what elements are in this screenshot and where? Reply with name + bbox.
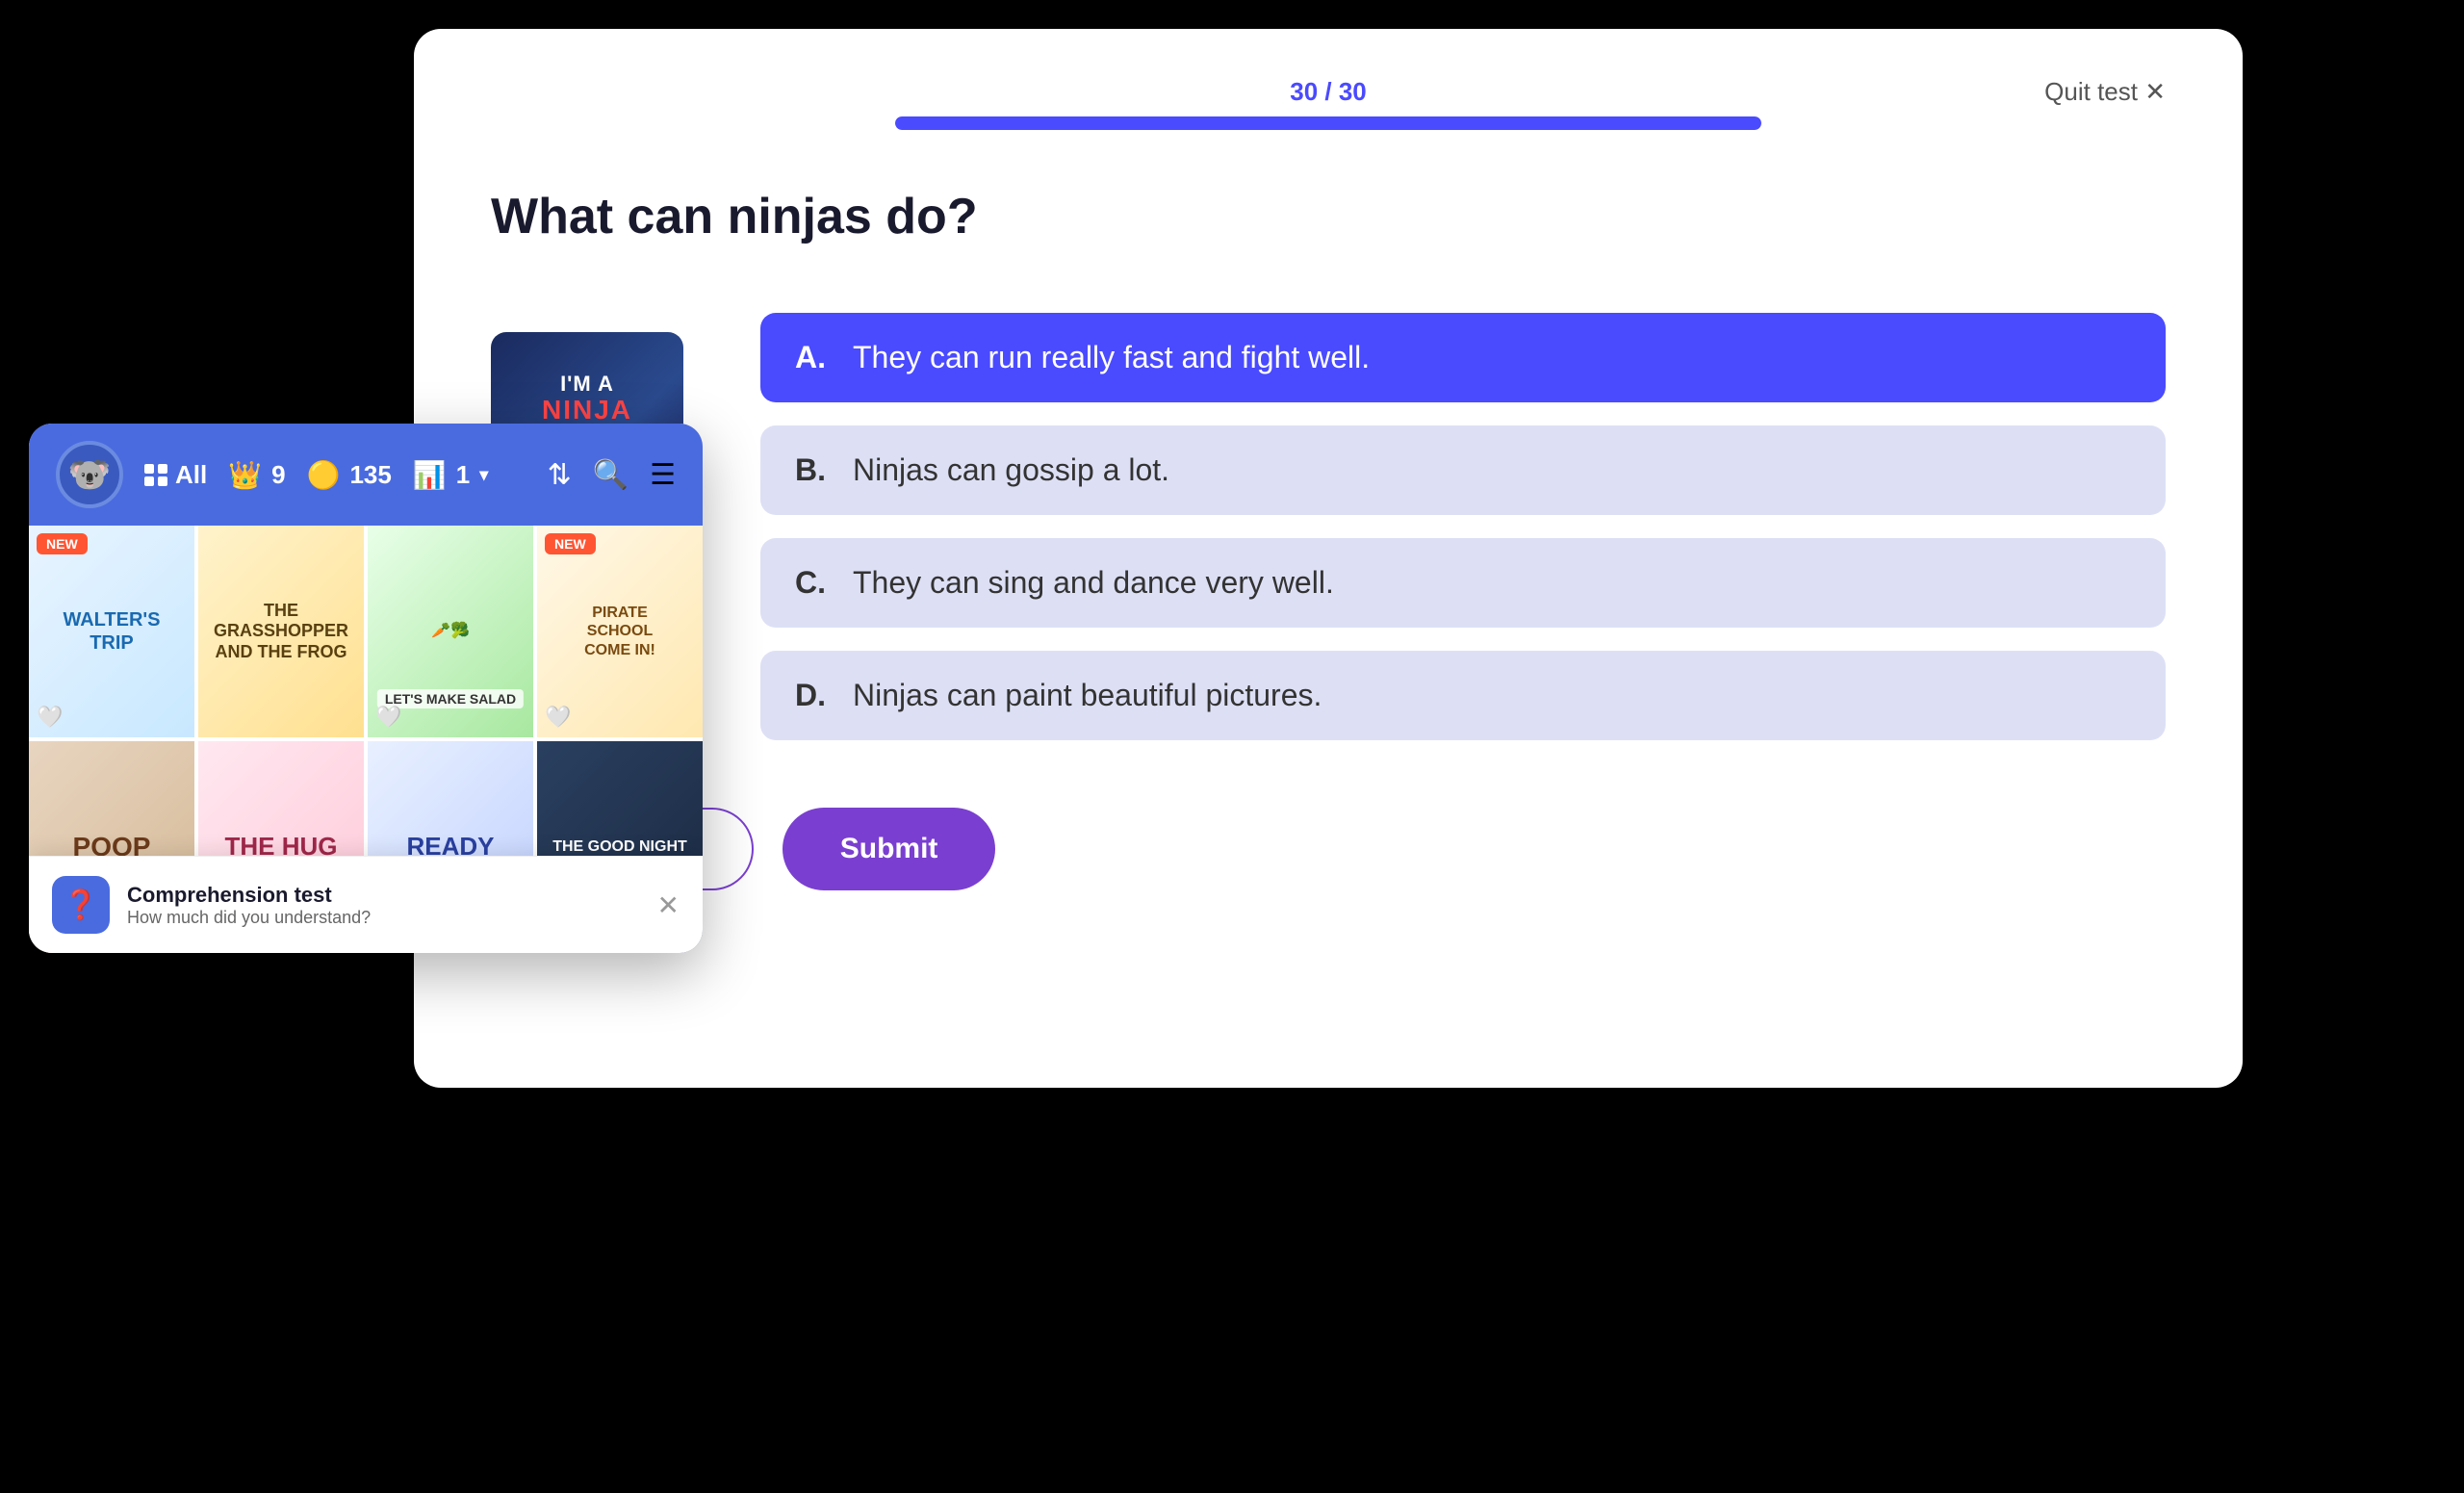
- coins-stat: 🟡 135: [307, 459, 392, 491]
- crown-icon: 👑: [228, 459, 262, 491]
- book-card-pirate[interactable]: PIRATESCHOOLCOME IN! NEW 🤍: [537, 526, 703, 737]
- question-content: I'M A NINJA 🥷 A. They can run really fas…: [491, 313, 2166, 740]
- level-stat[interactable]: 📊 1 ▾: [413, 459, 488, 491]
- all-label: All: [175, 460, 207, 490]
- search-icon[interactable]: 🔍: [593, 458, 629, 492]
- book-card-walters-trip[interactable]: WALTER'STRIP NEW 🤍: [29, 526, 194, 737]
- header-actions: ⇅ 🔍 ☰: [548, 458, 676, 492]
- book-card-grasshopper[interactable]: TheGrasshopperand the Frog: [198, 526, 364, 737]
- crowns-stat: 👑 9: [228, 459, 285, 491]
- popup-title: Comprehension test: [127, 883, 640, 908]
- answer-letter-b: B.: [795, 452, 826, 488]
- book-title-salad: 🥕🥦: [424, 614, 477, 648]
- all-filter[interactable]: All: [144, 460, 207, 490]
- book-title-pirate: PIRATESCHOOLCOME IN!: [577, 596, 663, 667]
- library-panel: 🐨 All 👑 9 🟡 135 📊 1 ▾ ⇅ 🔍 ☰: [29, 424, 703, 953]
- book-subtitle: I'M A: [542, 372, 632, 397]
- question-title: What can ninjas do?: [491, 188, 2166, 245]
- koala-avatar: 🐨: [56, 441, 123, 508]
- action-buttons: ← Previous Submit: [491, 808, 2166, 890]
- answer-option-a[interactable]: A. They can run really fast and fight we…: [760, 313, 2166, 402]
- answer-letter-a: A.: [795, 340, 826, 375]
- heart-icon-walters[interactable]: 🤍: [37, 705, 63, 730]
- popup-subtitle: How much did you understand?: [127, 908, 640, 928]
- book-main-title: NINJA: [542, 397, 632, 424]
- level-value: 1: [456, 460, 470, 490]
- library-header: 🐨 All 👑 9 🟡 135 📊 1 ▾ ⇅ 🔍 ☰: [29, 424, 703, 526]
- progress-bar-container: [895, 116, 1761, 130]
- menu-icon[interactable]: ☰: [650, 458, 676, 492]
- answer-option-b[interactable]: B. Ninjas can gossip a lot.: [760, 425, 2166, 515]
- popup-icon-box: ❓: [52, 876, 110, 934]
- coins-value: 135: [349, 460, 391, 490]
- answer-option-d[interactable]: D. Ninjas can paint beautiful pictures.: [760, 651, 2166, 740]
- level-icon: 📊: [413, 459, 447, 491]
- answer-text-b: Ninjas can gossip a lot.: [853, 452, 1169, 488]
- book-card-salad[interactable]: 🥕🥦 LET'S MAKE SALAD 🤍: [368, 526, 533, 737]
- progress-bar-fill: [895, 116, 1761, 130]
- popup-text: Comprehension test How much did you unde…: [127, 883, 640, 928]
- heart-icon-pirate[interactable]: 🤍: [545, 705, 571, 730]
- answer-option-c[interactable]: C. They can sing and dance very well.: [760, 538, 2166, 628]
- book-title-walters-trip: WALTER'STRIP: [55, 601, 167, 662]
- progress-label: 30 / 30: [1290, 77, 1367, 107]
- answer-text-d: Ninjas can paint beautiful pictures.: [853, 678, 1322, 713]
- quiz-header: 30 / 30 Quit test ✕: [491, 77, 2166, 130]
- level-chevron-icon: ▾: [479, 465, 488, 485]
- new-badge-pirate: NEW: [545, 533, 596, 554]
- answers-list: A. They can run really fast and fight we…: [760, 313, 2166, 740]
- new-badge-walters: NEW: [37, 533, 88, 554]
- submit-button[interactable]: Submit: [783, 808, 996, 890]
- book-title-grasshopper: TheGrasshopperand the Frog: [206, 593, 356, 671]
- answer-text-a: They can run really fast and fight well.: [853, 340, 1370, 375]
- heart-icon-salad[interactable]: 🤍: [375, 705, 401, 730]
- grid-icon: [144, 464, 167, 486]
- crowns-value: 9: [271, 460, 285, 490]
- comprehension-popup: ❓ Comprehension test How much did you un…: [29, 856, 703, 953]
- popup-close-button[interactable]: ✕: [657, 889, 680, 921]
- coin-icon: 🟡: [307, 459, 341, 491]
- question-mark-icon: ❓: [63, 888, 98, 922]
- answer-text-c: They can sing and dance very well.: [853, 565, 1334, 601]
- quit-test-button[interactable]: Quit test ✕: [2044, 77, 2166, 107]
- answer-letter-c: C.: [795, 565, 826, 601]
- sort-icon[interactable]: ⇅: [548, 458, 572, 492]
- answer-letter-d: D.: [795, 678, 826, 713]
